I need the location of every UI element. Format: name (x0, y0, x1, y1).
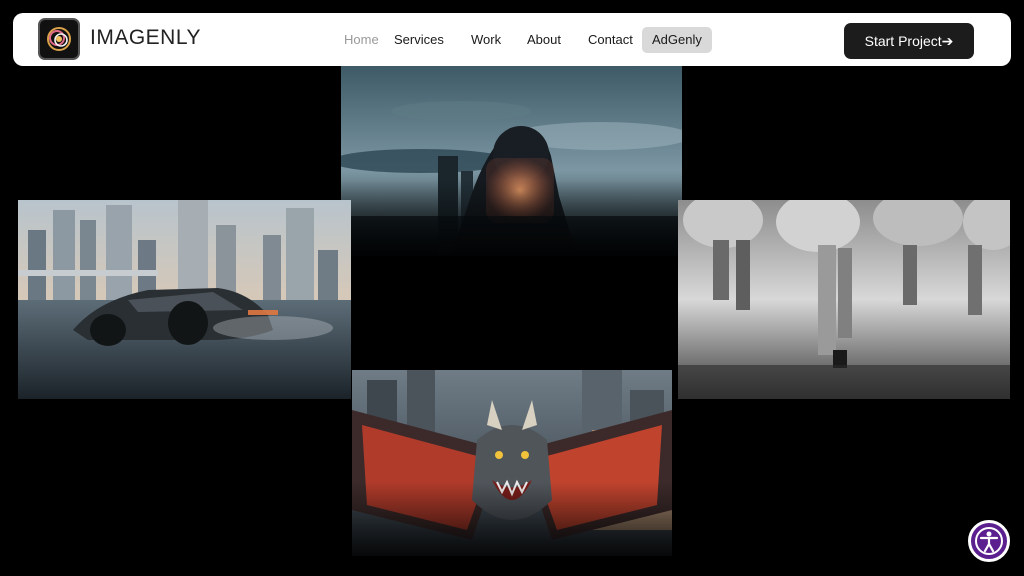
top-navbar: IMAGENLY Home Services Work About Contac… (13, 13, 1011, 66)
nav-work[interactable]: Work (461, 27, 511, 53)
nav-services[interactable]: Services (384, 27, 454, 53)
imagenly-logo-icon[interactable] (38, 18, 80, 60)
gallery-image-hooded-figure[interactable] (341, 66, 682, 256)
gallery-image-walking-people[interactable] (678, 200, 1010, 399)
nav-adgenly[interactable]: AdGenly (642, 27, 712, 53)
gallery-image-futuristic-car[interactable] (18, 200, 351, 399)
gallery-image-dragon[interactable] (352, 370, 672, 556)
nav-home[interactable]: Home (334, 27, 389, 53)
nav-about[interactable]: About (517, 27, 571, 53)
accessibility-icon[interactable] (968, 520, 1010, 562)
brand-name[interactable]: IMAGENLY (90, 26, 201, 50)
start-project-button[interactable]: Start Project➔ (844, 23, 974, 59)
nav-contact[interactable]: Contact (578, 27, 643, 53)
